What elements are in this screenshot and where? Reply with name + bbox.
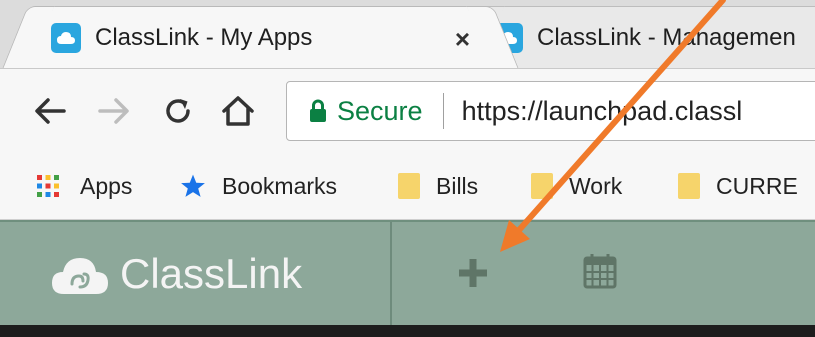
reload-icon[interactable]: [158, 91, 198, 131]
folder-icon: [398, 173, 420, 199]
bookmark-label: Work: [569, 172, 623, 199]
bookmark-label: Apps: [80, 172, 133, 199]
bookmark-work[interactable]: Work: [531, 168, 622, 204]
folder-icon: [531, 173, 553, 199]
omnibox-divider: [442, 93, 444, 129]
classlink-logo[interactable]: ClassLink: [0, 222, 392, 325]
classlink-header: ClassLink: [0, 220, 815, 325]
classlink-favicon-icon: [51, 22, 81, 53]
cloud-logo-icon: [50, 254, 110, 303]
plus-icon[interactable]: [455, 255, 491, 291]
star-icon: [180, 173, 206, 199]
lock-icon: [309, 99, 327, 123]
bookmark-bills[interactable]: Bills: [398, 168, 478, 204]
bookmarks-bar: Apps Bookmarks Bills Work CURRE: [0, 154, 815, 220]
bookmark-apps[interactable]: Apps: [36, 168, 132, 204]
logo-text: ClassLink: [120, 250, 303, 297]
bookmark-current[interactable]: CURRE: [678, 168, 798, 204]
url-text[interactable]: https://launchpad.classl: [462, 96, 743, 127]
home-icon[interactable]: [218, 91, 258, 131]
address-bar[interactable]: Secure https://launchpad.classl: [286, 81, 815, 141]
tab-classlink-management[interactable]: ClassLink - Managemen: [478, 6, 815, 68]
browser-toolbar: Secure https://launchpad.classl: [0, 68, 815, 154]
folder-icon: [678, 173, 700, 199]
back-arrow-icon[interactable]: [30, 91, 70, 131]
secure-label: Secure: [337, 95, 423, 126]
tab-title: ClassLink - My Apps: [95, 23, 313, 51]
tab-title: ClassLink - Managemen: [537, 23, 796, 51]
bookmark-bookmarks[interactable]: Bookmarks: [180, 168, 337, 204]
forward-arrow-icon[interactable]: [94, 91, 134, 131]
page-content-strip: [0, 325, 815, 337]
tab-close-icon[interactable]: ×: [455, 24, 470, 55]
tab-strip: ClassLink - My Apps × ClassLink - Manage…: [0, 0, 815, 68]
tab-classlink-my-apps[interactable]: ClassLink - My Apps ×: [28, 6, 493, 68]
bookmark-label: Bills: [436, 172, 479, 199]
apps-grid-icon: [36, 174, 60, 198]
calendar-icon[interactable]: [582, 252, 618, 289]
bookmark-label: CURRE: [716, 172, 798, 199]
bookmark-label: Bookmarks: [222, 172, 338, 199]
